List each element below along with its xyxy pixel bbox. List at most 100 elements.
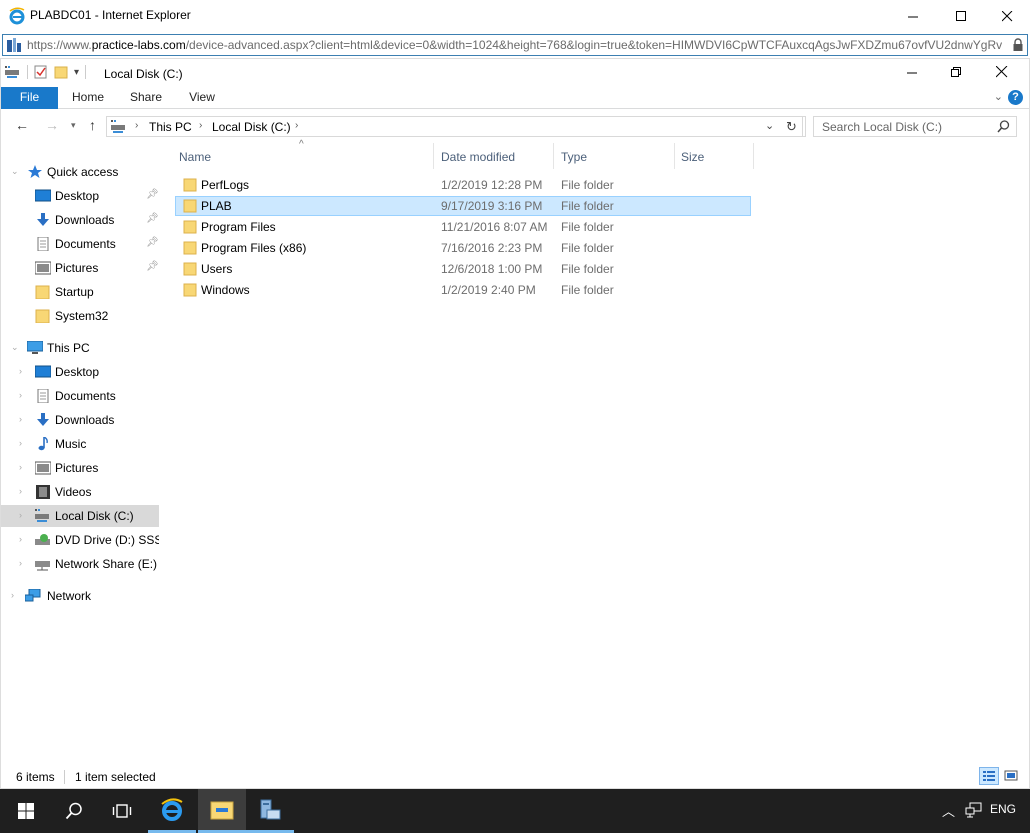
task-view-button[interactable] xyxy=(98,789,146,833)
table-row[interactable]: Windows 1/2/2019 2:40 PM File folder xyxy=(175,280,751,300)
language-indicator[interactable]: ENG xyxy=(990,802,1016,816)
tab-home[interactable]: Home xyxy=(63,87,113,109)
up-button[interactable]: ↑ xyxy=(89,117,96,133)
address-bar[interactable]: https://www.practice-labs.com/device-adv… xyxy=(2,34,1028,56)
expand-arrow-icon[interactable]: › xyxy=(19,438,22,448)
nav-pc-pictures[interactable]: › Pictures xyxy=(1,457,159,479)
collapse-arrow-icon[interactable]: ⌄ xyxy=(11,342,19,353)
expand-arrow-icon[interactable]: › xyxy=(11,590,14,600)
table-row-selected[interactable]: PLAB 9/17/2019 3:16 PM File folder xyxy=(175,196,751,216)
minimize-button[interactable] xyxy=(890,0,936,32)
breadcrumb-local-disk[interactable]: Local Disk (C:) xyxy=(212,120,291,134)
nav-pc-dvd-drive[interactable]: › DVD Drive (D:) SSS_X xyxy=(1,529,159,551)
pin-icon[interactable]: 📌︎ xyxy=(146,213,159,224)
nav-pc-local-disk[interactable]: › Local Disk (C:) xyxy=(1,505,159,527)
address-dropdown-icon[interactable]: ⌄ xyxy=(765,119,774,132)
nav-quick-access[interactable]: ⌄ Quick access xyxy=(1,161,159,183)
network-status-icon[interactable] xyxy=(965,802,983,818)
column-header-size[interactable]: Size xyxy=(675,143,755,169)
forward-button[interactable]: → xyxy=(45,117,59,133)
taskbar-file-explorer[interactable] xyxy=(198,789,246,833)
file-type: File folder xyxy=(561,220,614,234)
breadcrumb-separator-icon[interactable]: › xyxy=(199,120,202,131)
search-box[interactable] xyxy=(813,116,1017,137)
table-row[interactable]: Program Files (x86) 7/16/2016 2:23 PM Fi… xyxy=(175,238,751,258)
search-taskbar-button[interactable] xyxy=(50,789,98,833)
nav-this-pc[interactable]: ⌄ This PC xyxy=(1,337,159,359)
nav-quick-startup[interactable]: Startup xyxy=(1,281,159,303)
large-icons-view-button[interactable] xyxy=(1001,767,1021,785)
expand-arrow-icon[interactable]: › xyxy=(19,414,22,424)
recent-locations-icon[interactable]: ▾ xyxy=(71,120,76,131)
nav-label: Videos xyxy=(55,485,92,499)
search-icon[interactable] xyxy=(997,120,1010,133)
lock-icon[interactable] xyxy=(1012,38,1024,52)
column-divider[interactable] xyxy=(433,143,434,169)
nav-quick-system32[interactable]: System32 xyxy=(1,305,159,327)
expand-arrow-icon[interactable]: › xyxy=(19,390,22,400)
details-view-icon xyxy=(983,771,995,781)
nav-label: Pictures xyxy=(55,261,99,275)
column-header-date[interactable]: Date modified xyxy=(435,143,555,169)
maximize-button[interactable] xyxy=(938,0,984,32)
breadcrumb-this-pc[interactable]: This PC xyxy=(149,120,192,134)
nav-quick-pictures[interactable]: Pictures 📌︎ xyxy=(1,257,159,279)
expand-arrow-icon[interactable]: › xyxy=(19,486,22,496)
tab-share[interactable]: Share xyxy=(121,87,171,109)
details-view-button[interactable] xyxy=(979,767,999,785)
nav-label: Documents xyxy=(55,389,116,403)
nav-quick-downloads[interactable]: Downloads 📌︎ xyxy=(1,209,159,231)
pin-icon[interactable]: 📌︎ xyxy=(146,237,159,248)
search-input[interactable] xyxy=(822,120,992,134)
nav-label: Downloads xyxy=(55,413,115,427)
table-row[interactable]: Program Files 11/21/2016 8:07 AM File fo… xyxy=(175,217,751,237)
nav-pc-documents[interactable]: › Documents xyxy=(1,385,159,407)
table-row[interactable]: Users 12/6/2018 1:00 PM File folder xyxy=(175,259,751,279)
show-hidden-icons-button[interactable]: ︿ xyxy=(942,801,955,820)
folder-icon xyxy=(183,283,197,297)
taskbar-server-manager[interactable] xyxy=(246,789,294,833)
column-header-name[interactable]: Name xyxy=(169,143,435,169)
desktop-icon xyxy=(35,365,51,378)
new-folder-icon[interactable] xyxy=(54,65,68,79)
nav-quick-desktop[interactable]: Desktop 📌︎ xyxy=(1,185,159,207)
nav-pc-downloads[interactable]: › Downloads xyxy=(1,409,159,431)
nav-network[interactable]: › Network xyxy=(1,585,159,607)
breadcrumb-separator-icon[interactable]: › xyxy=(295,120,298,131)
nav-pc-music[interactable]: › Music xyxy=(1,433,159,455)
nav-quick-documents[interactable]: Documents 📌︎ xyxy=(1,233,159,255)
expand-arrow-icon[interactable]: › xyxy=(19,366,22,376)
explorer-close-button[interactable] xyxy=(979,59,1025,85)
expand-arrow-icon[interactable]: › xyxy=(19,534,22,544)
customize-toolbar-icon[interactable]: ▾ xyxy=(74,67,79,78)
nav-pc-network-share[interactable]: › Network Share (E:) xyxy=(1,553,159,575)
back-button[interactable]: ← xyxy=(15,117,29,133)
expand-arrow-icon[interactable]: › xyxy=(19,510,22,520)
column-header-type[interactable]: Type xyxy=(555,143,675,169)
column-divider[interactable] xyxy=(753,143,754,169)
nav-pc-videos[interactable]: › Videos xyxy=(1,481,159,503)
breadcrumb-separator-icon[interactable]: › xyxy=(135,120,138,131)
close-button[interactable] xyxy=(984,0,1030,32)
properties-icon[interactable] xyxy=(34,65,48,79)
column-divider[interactable] xyxy=(553,143,554,169)
start-button[interactable] xyxy=(2,789,50,833)
tab-file[interactable]: File xyxy=(1,87,58,109)
url-text[interactable]: https://www.practice-labs.com/device-adv… xyxy=(27,38,1007,52)
table-row[interactable]: PerfLogs 1/2/2019 12:28 PM File folder xyxy=(175,175,751,195)
pin-icon[interactable]: 📌︎ xyxy=(146,261,159,272)
explorer-minimize-button[interactable] xyxy=(889,59,935,85)
pin-icon[interactable]: 📌︎ xyxy=(146,189,159,200)
expand-ribbon-icon[interactable]: ⌄ xyxy=(994,90,1003,103)
collapse-arrow-icon[interactable]: ⌄ xyxy=(11,166,19,177)
refresh-button[interactable]: ↻ xyxy=(781,116,803,137)
expand-arrow-icon[interactable]: › xyxy=(19,558,22,568)
explorer-app-icon[interactable] xyxy=(5,65,21,79)
explorer-restore-button[interactable] xyxy=(933,59,979,85)
taskbar-internet-explorer[interactable] xyxy=(148,789,196,833)
breadcrumb[interactable]: › This PC › Local Disk (C:) › ⌄ xyxy=(106,116,806,137)
tab-view[interactable]: View xyxy=(177,87,227,109)
nav-pc-desktop[interactable]: › Desktop xyxy=(1,361,159,383)
help-button[interactable]: ? xyxy=(1008,90,1023,105)
expand-arrow-icon[interactable]: › xyxy=(19,462,22,472)
